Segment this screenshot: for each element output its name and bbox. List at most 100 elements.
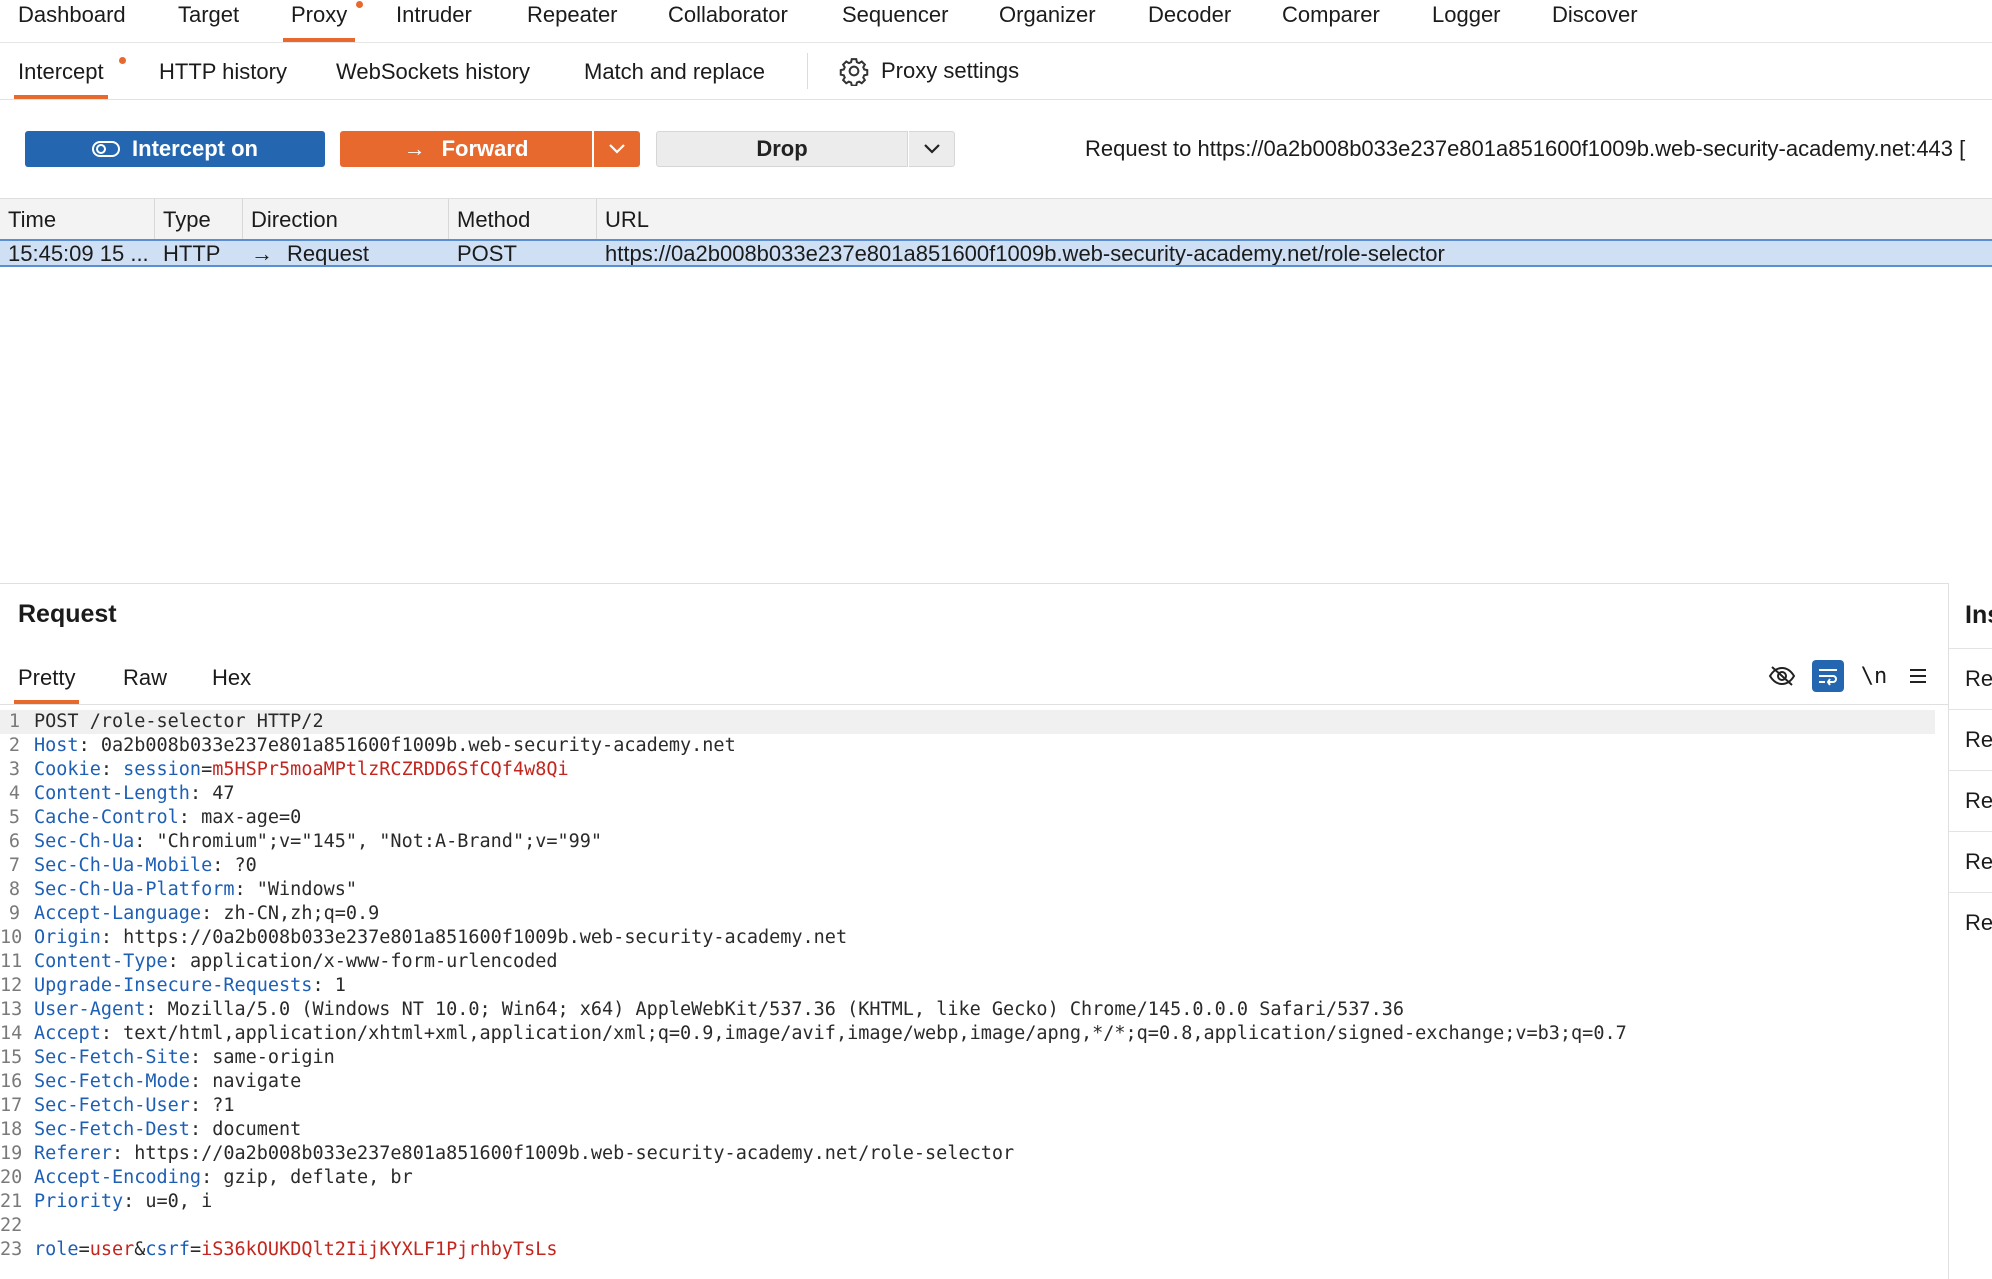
header-value: u=0, i — [145, 1191, 213, 1212]
forward-button[interactable]: → Forward — [340, 131, 592, 167]
intercept-table-header: Time Type Direction Method URL — [0, 198, 1992, 240]
column-header-method[interactable]: Method — [449, 199, 597, 239]
line-content: Accept-Language: zh-CN,zh;q=0.9 — [34, 902, 379, 926]
line-content: Sec-Ch-Ua: "Chromium";v="145", "Not:A-Br… — [34, 830, 602, 854]
param-separator: & — [134, 1239, 146, 1260]
editor-line[interactable]: 6 Sec-Ch-Ua: "Chromium";v="145", "Not:A-B… — [0, 830, 1935, 854]
editor-line[interactable]: 21 Priority: u=0, i — [0, 1190, 1935, 1214]
top-nav: Dashboard Target Proxy Intruder Repeater… — [0, 0, 1992, 43]
tab-decoder[interactable]: Decoder — [1140, 0, 1239, 40]
hide-eye-icon[interactable] — [1766, 660, 1798, 692]
editor-line[interactable]: 17 Sec-Fetch-User: ?1 — [0, 1094, 1935, 1118]
cookie-value: m5HSPr5moaMPtlzRCZRDD6SfCQf4w8Qi — [212, 759, 569, 780]
editor-line[interactable]: 8 Sec-Ch-Ua-Platform: "Windows" — [0, 878, 1935, 902]
table-row[interactable]: 15:45:09 15 ... HTTP → Request POST https… — [0, 239, 1992, 267]
header-name: Priority — [34, 1191, 124, 1212]
header-separator: : — [189, 1071, 213, 1092]
editor-line[interactable]: 18 Sec-Fetch-Dest: document — [0, 1118, 1935, 1142]
tab-target[interactable]: Target — [170, 0, 247, 40]
header-separator: : — [78, 735, 101, 756]
tab-dashboard[interactable]: Dashboard — [10, 0, 134, 40]
editor-line[interactable]: 14 Accept: text/html,application/xhtml+xm… — [0, 1022, 1935, 1046]
tab-logger[interactable]: Logger — [1424, 0, 1509, 40]
tab-intruder[interactable]: Intruder — [388, 0, 480, 40]
header-value: 0a2b008b033e237e801a851600f1009b.web-sec… — [100, 735, 736, 756]
header-separator: : — [189, 1047, 213, 1068]
editor-line[interactable]: 2 Host: 0a2b008b033e237e801a851600f1009b.… — [0, 734, 1935, 758]
editor-line[interactable]: 22 — [0, 1214, 1935, 1238]
editor-line[interactable]: 15 Sec-Fetch-Site: same-origin — [0, 1046, 1935, 1070]
tab-match-and-replace[interactable]: Match and replace — [580, 43, 769, 99]
tab-comparer[interactable]: Comparer — [1274, 0, 1388, 40]
column-header-time[interactable]: Time — [0, 199, 155, 239]
request-editor[interactable]: 1 POST /role-selector HTTP/2 2 Host: 0a2b00… — [0, 710, 1935, 1279]
editor-line[interactable]: 20 Accept-Encoding: gzip, deflate, br — [0, 1166, 1935, 1190]
line-content: Sec-Ch-Ua-Mobile: ?0 — [34, 854, 257, 878]
editor-line[interactable]: 9 Accept-Language: zh-CN,zh;q=0.9 — [0, 902, 1935, 926]
header-separator: : — [189, 1119, 213, 1140]
editor-line[interactable]: 12 Upgrade-Insecure-Requests: 1 — [0, 974, 1935, 998]
cookie-equals: = — [201, 759, 213, 780]
inspector-item[interactable]: Re — [1949, 648, 1992, 708]
editor-line[interactable]: 4 Content-Length: 47 — [0, 782, 1935, 806]
proxy-settings-label: Proxy settings — [881, 58, 1020, 83]
tab-sequencer[interactable]: Sequencer — [834, 0, 956, 40]
tab-hex[interactable]: Hex — [208, 650, 255, 704]
editor-line[interactable]: 19 Referer: https://0a2b008b033e237e801a8… — [0, 1142, 1935, 1166]
line-content: Cookie: session=m5HSPr5moaMPtlzRCZRDD6Sf… — [34, 758, 569, 782]
editor-line[interactable]: 13 User-Agent: Mozilla/5.0 (Windows NT 10… — [0, 998, 1935, 1022]
inspector-item[interactable]: Re — [1949, 892, 1992, 952]
editor-line[interactable]: 16 Sec-Fetch-Mode: navigate — [0, 1070, 1935, 1094]
request-target-label: Request to https://0a2b008b033e237e801a8… — [1085, 136, 1966, 161]
header-value: https://0a2b008b033e237e801a851600f1009b… — [134, 1143, 1015, 1164]
row-direction: → Request — [243, 241, 449, 265]
drop-button[interactable]: Drop — [656, 131, 908, 167]
header-name: Content-Type — [34, 951, 168, 972]
tab-collaborator[interactable]: Collaborator — [660, 0, 796, 40]
request-panel-title: Request — [18, 600, 117, 628]
tab-intercept[interactable]: Intercept — [14, 43, 108, 99]
editor-line[interactable]: 7 Sec-Ch-Ua-Mobile: ?0 — [0, 854, 1935, 878]
tab-proxy-settings[interactable]: Proxy settings — [835, 43, 1023, 99]
newline-toggle-icon[interactable]: \n — [1858, 660, 1890, 692]
intercept-toggle-button[interactable]: Intercept on — [25, 131, 325, 167]
column-header-type[interactable]: Type — [155, 199, 243, 239]
line-content: role=user&csrf=iS36kOUKDQlt2IijKYXLF1Pjr… — [34, 1238, 558, 1262]
menu-icon[interactable] — [1902, 660, 1934, 692]
header-separator: : — [100, 1023, 124, 1044]
editor-line[interactable]: 3 Cookie: session=m5HSPr5moaMPtlzRCZRDD6S… — [0, 758, 1935, 782]
editor-line[interactable]: 11 Content-Type: application/x-www-form-u… — [0, 950, 1935, 974]
inspector-item[interactable]: Re — [1949, 831, 1992, 891]
tab-pretty[interactable]: Pretty — [14, 650, 80, 704]
line-content: Referer: https://0a2b008b033e237e801a851… — [34, 1142, 1014, 1166]
forward-dropdown-button[interactable] — [594, 131, 640, 167]
editor-line[interactable]: 1 POST /role-selector HTTP/2 — [0, 710, 1935, 734]
tab-http-history[interactable]: HTTP history — [155, 43, 291, 99]
tab-repeater[interactable]: Repeater — [519, 0, 626, 40]
line-number: 1 — [8, 711, 20, 732]
editor-line[interactable]: 23 role=user&csrf=iS36kOUKDQlt2IijKYXLF1P… — [0, 1238, 1935, 1262]
tab-organizer[interactable]: Organizer — [991, 0, 1104, 40]
panel-divider[interactable] — [0, 583, 1992, 584]
line-content: Sec-Fetch-Dest: document — [34, 1118, 301, 1142]
line-number: 13 — [0, 999, 23, 1020]
tab-raw[interactable]: Raw — [119, 650, 171, 704]
header-name: Accept-Language — [34, 903, 202, 924]
tab-proxy[interactable]: Proxy — [283, 0, 356, 42]
inspector-item[interactable]: Re — [1949, 709, 1992, 769]
line-content: Sec-Fetch-Site: same-origin — [34, 1046, 335, 1070]
column-header-direction[interactable]: Direction — [243, 199, 449, 239]
header-value: https://0a2b008b033e237e801a851600f1009b… — [123, 927, 848, 948]
word-wrap-icon[interactable] — [1812, 660, 1844, 692]
editor-line[interactable]: 5 Cache-Control: max-age=0 — [0, 806, 1935, 830]
inspector-item[interactable]: Re — [1949, 770, 1992, 830]
column-header-url[interactable]: URL — [597, 199, 1992, 239]
drop-dropdown-button[interactable] — [909, 131, 955, 167]
line-content: User-Agent: Mozilla/5.0 (Windows NT 10.0… — [34, 998, 1404, 1022]
editor-line[interactable]: 10 Origin: https://0a2b008b033e237e801a85… — [0, 926, 1935, 950]
tab-discover[interactable]: Discover — [1544, 0, 1646, 40]
tab-websockets-history[interactable]: WebSockets history — [332, 43, 534, 99]
inspector-title: Ins — [1965, 601, 1992, 629]
line-content: Upgrade-Insecure-Requests: 1 — [34, 974, 346, 998]
drop-label: Drop — [756, 136, 808, 161]
